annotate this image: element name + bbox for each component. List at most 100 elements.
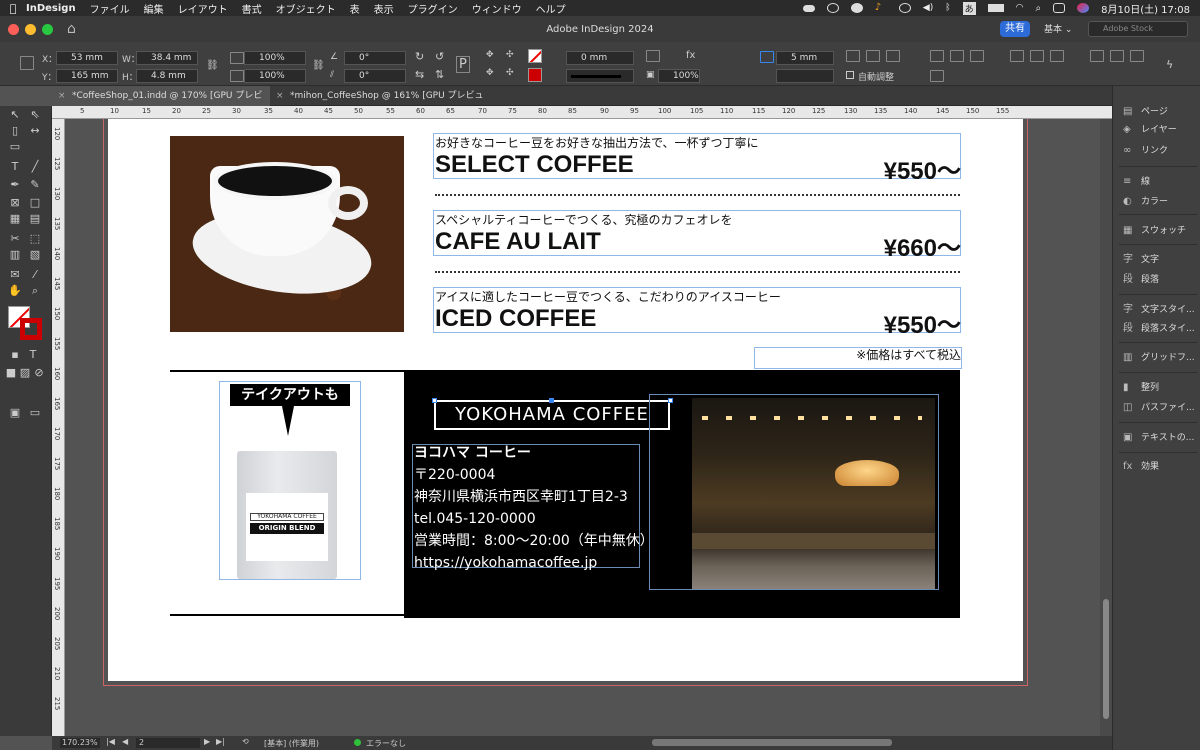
- hand-tool-icon[interactable]: ✋: [8, 284, 22, 298]
- panel-layers[interactable]: ◈ レイヤー: [1123, 122, 1177, 138]
- distribute-space-icon[interactable]: [1110, 50, 1124, 62]
- select-content-icon[interactable]: ✣: [506, 50, 514, 60]
- first-page-icon[interactable]: |◀: [106, 737, 115, 746]
- selection-handle[interactable]: [549, 398, 554, 403]
- play-icon[interactable]: [898, 3, 911, 13]
- menu-object[interactable]: オブジェクト: [276, 1, 336, 16]
- coffee-cup-image[interactable]: [170, 136, 404, 332]
- control-center-icon[interactable]: [1053, 3, 1066, 13]
- close-tab-icon[interactable]: ×: [58, 86, 66, 106]
- path-icon[interactable]: P: [456, 56, 470, 73]
- panel-effects[interactable]: fx 効果: [1123, 459, 1159, 475]
- share-button[interactable]: 共有: [1000, 21, 1030, 37]
- panel-align[interactable]: ▮ 整列: [1123, 380, 1159, 396]
- apply-gradient-icon[interactable]: ▨: [18, 366, 32, 380]
- home-icon[interactable]: ⌂: [67, 21, 76, 37]
- menu-item-name[interactable]: ICED COFFEE: [435, 305, 596, 333]
- type-tool-icon[interactable]: T: [8, 160, 22, 174]
- object-style-dropdown[interactable]: [776, 69, 834, 83]
- align-bottom-icon[interactable]: [970, 50, 984, 62]
- panel-color[interactable]: ◐ カラー: [1123, 194, 1168, 210]
- vertical-scrollbar[interactable]: [1100, 119, 1112, 736]
- frame-grid-tool-icon[interactable]: ▦: [8, 212, 22, 226]
- menu-edit[interactable]: 編集: [144, 1, 164, 16]
- distribute-v-icon[interactable]: [1030, 50, 1044, 62]
- panel-paragraph[interactable]: 段段落: [1123, 272, 1159, 288]
- align-top-icon[interactable]: [930, 50, 944, 62]
- stroke-type-dropdown[interactable]: [566, 69, 634, 83]
- lightning-icon[interactable]: ϟ: [1166, 58, 1173, 71]
- sync-icon[interactable]: [850, 3, 863, 13]
- takeout-bubble[interactable]: テイクアウトも: [230, 384, 350, 406]
- workspace-switcher[interactable]: 基本 ⌄: [1044, 22, 1072, 35]
- distribute-extra-icon[interactable]: [1130, 50, 1144, 62]
- preview-mode-icon[interactable]: ▭: [28, 406, 42, 420]
- vertical-ruler[interactable]: 120 125 130 135 140 145 150 155 160 165 …: [52, 119, 65, 736]
- zoom-tool-icon[interactable]: ⌕: [28, 284, 42, 298]
- panel-grid-format[interactable]: ▥ グリッドフ...: [1123, 350, 1195, 366]
- document-canvas[interactable]: お好きなコーヒー豆をお好きな抽出方法で、一杯ずつ丁寧に SELECT COFFE…: [65, 119, 1100, 736]
- corner-size-field[interactable]: 5 mm: [776, 51, 834, 65]
- direct-selection-tool-icon[interactable]: ⇖: [28, 108, 42, 122]
- bluetooth-icon[interactable]: ᛒ: [945, 3, 950, 13]
- selection-tool-icon[interactable]: ↖: [8, 108, 22, 122]
- pen-tool-icon[interactable]: ✒: [8, 178, 22, 192]
- select-previous-icon[interactable]: ✥: [486, 68, 494, 78]
- corner-options-icon[interactable]: [760, 51, 774, 63]
- panel-text-wrap[interactable]: ▣ テキストの...: [1123, 430, 1194, 446]
- horizontal-ruler[interactable]: 5 10 15 20 25 30 35 40 45 50 55 60 65 70…: [52, 106, 1112, 119]
- constrain-proportions-icon[interactable]: ⛓: [206, 60, 219, 71]
- takeout-panel[interactable]: テイクアウトも YOKOHAMA COFFEE ORIGIN BLEND: [170, 370, 404, 616]
- select-next-icon[interactable]: ✣: [506, 68, 514, 78]
- fill-swatch[interactable]: [528, 49, 542, 63]
- zoom-window-button[interactable]: [42, 23, 53, 35]
- align-to-icon[interactable]: [1090, 50, 1104, 62]
- panel-paragraph-styles[interactable]: 段段落スタイ...: [1123, 321, 1195, 337]
- address-block[interactable]: ヨコハマ コーヒー 〒220-0004 神奈川県横浜市西区幸町1丁目2-3 te…: [414, 442, 654, 574]
- scrollbar-thumb[interactable]: [1103, 599, 1109, 719]
- preflight-status[interactable]: エラーなし: [366, 738, 406, 749]
- rectangle-frame-tool-icon[interactable]: ⊠: [8, 196, 22, 210]
- frame-fitting-icon[interactable]: [646, 50, 660, 62]
- rotate-cw-icon[interactable]: ↻: [415, 50, 424, 63]
- clock[interactable]: 8月10日(土) 17:08: [1101, 1, 1190, 16]
- note-tool-icon[interactable]: ✉: [8, 268, 22, 282]
- content-collector-icon[interactable]: ▭: [8, 140, 22, 154]
- battery-icon[interactable]: [987, 4, 1004, 12]
- flip-vertical-icon[interactable]: ⇅: [435, 68, 444, 81]
- normal-mode-icon[interactable]: ▣: [8, 406, 22, 420]
- apple-menu-icon[interactable]: : [0, 2, 26, 15]
- panel-swatches[interactable]: ▦ スウォッチ: [1123, 223, 1186, 239]
- pencil-tool-icon[interactable]: ✎: [28, 178, 42, 192]
- grid-tool-icon[interactable]: ▤: [28, 212, 42, 226]
- siri-icon[interactable]: [1077, 3, 1090, 13]
- menu-item-description[interactable]: スペシャルティコーヒーでつくる、究極のカフェオレを: [435, 211, 732, 228]
- menu-help[interactable]: ヘルプ: [536, 1, 566, 16]
- menu-item-price[interactable]: ¥550〜: [884, 305, 961, 340]
- script-icon[interactable]: ♪: [875, 3, 887, 13]
- scale-y-field[interactable]: 100%: [244, 69, 306, 83]
- tax-note[interactable]: ※価格はすべて税込: [856, 346, 961, 363]
- rotation-field[interactable]: 0°: [344, 51, 406, 65]
- auto-fit-checkbox[interactable]: [846, 71, 854, 79]
- search-icon[interactable]: ⌕: [1036, 3, 1042, 14]
- reference-point-icon[interactable]: [20, 56, 34, 70]
- stroke-swatch[interactable]: [528, 68, 542, 82]
- input-method-icon[interactable]: あ: [962, 1, 976, 15]
- shop-info-panel[interactable]: YOKOHAMA COFFEE ヨコハマ コーヒー 〒220-0004 神奈川県…: [404, 370, 960, 618]
- minimize-window-button[interactable]: [25, 23, 36, 35]
- height-field[interactable]: 4.8 mm: [136, 69, 198, 83]
- rotate-ccw-icon[interactable]: ↺: [435, 50, 444, 63]
- document-page[interactable]: お好きなコーヒー豆をお好きな抽出方法で、一杯ずつ丁寧に SELECT COFFE…: [108, 119, 1023, 681]
- formatting-text-icon[interactable]: T: [26, 348, 40, 362]
- menu-item-name[interactable]: SELECT COFFEE: [435, 151, 634, 179]
- cloud-icon[interactable]: [802, 4, 815, 12]
- page-number-field[interactable]: 2: [136, 738, 200, 748]
- volume-icon[interactable]: ◀): [923, 3, 933, 13]
- prev-page-icon[interactable]: ◀: [122, 737, 128, 746]
- panel-pages[interactable]: ▤ ページ: [1123, 104, 1168, 120]
- eyedropper-tool-icon[interactable]: ⁄: [28, 268, 42, 282]
- distribute-spacing-icon[interactable]: [1050, 50, 1064, 62]
- panel-character-styles[interactable]: 字文字スタイ...: [1123, 302, 1195, 318]
- next-page-icon[interactable]: ▶: [204, 737, 210, 746]
